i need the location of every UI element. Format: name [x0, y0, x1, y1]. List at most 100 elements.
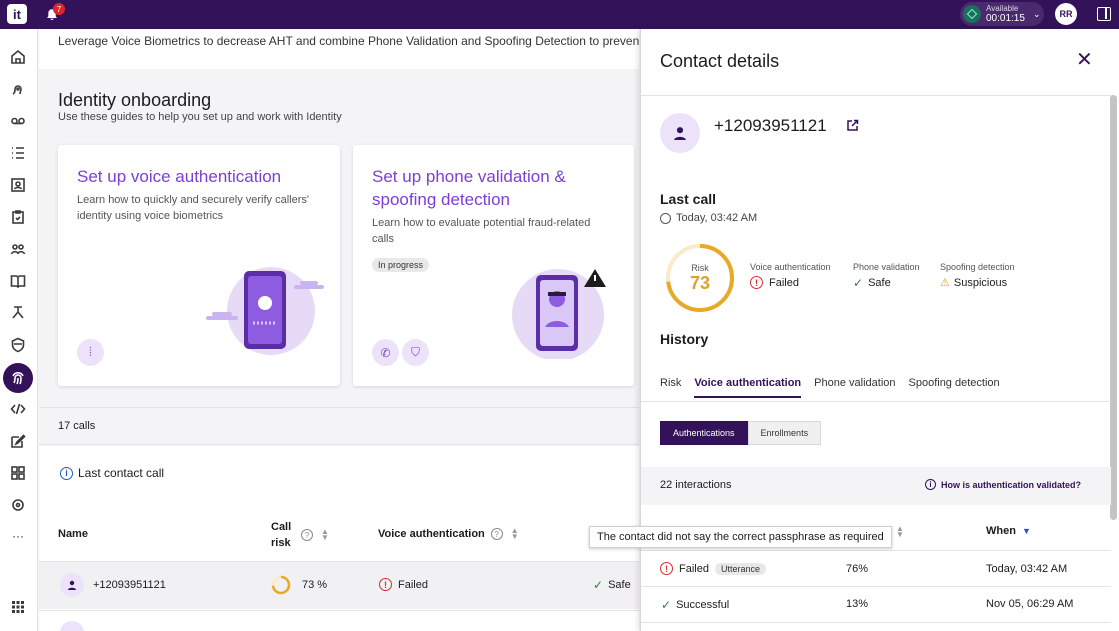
- voice-auth-guide-card[interactable]: Set up voice authentication Learn how to…: [58, 145, 340, 386]
- failed-icon: !: [660, 562, 673, 575]
- tab-risk[interactable]: Risk: [660, 377, 681, 398]
- app-launcher-icon[interactable]: [8, 597, 28, 617]
- close-icon[interactable]: ✕: [1076, 50, 1093, 70]
- calls-summary: 17 calls: [39, 407, 639, 445]
- phone-check-icon: ✆: [372, 339, 399, 366]
- tab-phone-validation[interactable]: Phone validation: [814, 377, 895, 398]
- more-icon[interactable]: ···: [8, 526, 28, 546]
- spoofing-check: Spoofing detection ⚠ Suspicious: [940, 262, 1015, 289]
- phone-validation-guide-card[interactable]: Set up phone validation & spoofing detec…: [353, 145, 634, 386]
- check-label: Phone validation: [853, 262, 920, 272]
- risk-label: Risk: [691, 263, 709, 273]
- sort-icon[interactable]: ▲ ▼: [321, 528, 329, 542]
- top-bar: it 7 Available 00:01:15 ⌄ RR: [0, 0, 1119, 29]
- authentications-button[interactable]: Authentications: [660, 421, 748, 445]
- left-nav: ···: [0, 29, 38, 631]
- table-row[interactable]: ! Failed Utterance 76% Today, 03:42 AM: [641, 550, 1111, 586]
- check-label: Spoofing detection: [940, 262, 1015, 272]
- auth-segment-control: Authentications Enrollments: [660, 421, 822, 445]
- voice-status: Failed: [398, 578, 428, 591]
- notification-badge: 7: [53, 3, 65, 15]
- grid-apps-icon[interactable]: [8, 463, 28, 483]
- how-validated-link[interactable]: i How is authentication validated?: [925, 479, 1081, 490]
- main-content: Leverage Voice Biometrics to decrease AH…: [39, 29, 639, 631]
- table-row[interactable]: ✓ Successful 13% Nov 05, 06:29 AM: [641, 586, 1111, 622]
- sort-icon[interactable]: ▲ ▼: [896, 525, 904, 539]
- list-icon[interactable]: [8, 143, 28, 163]
- tab-spoofing-detection[interactable]: Spoofing detection: [909, 377, 1000, 398]
- voice-auth-check: Voice authentication ! Failed: [750, 262, 831, 289]
- check-value: Safe: [868, 277, 891, 289]
- how-link-label: How is authentication validated?: [941, 479, 1082, 490]
- col-voice-label: Voice authentication: [378, 528, 485, 540]
- col-name-header[interactable]: Name: [58, 528, 88, 540]
- contact-phone: +12093951121: [714, 116, 827, 135]
- calls-list: i Last contact call Name Call risk? ▲ ▼ Voi…: [39, 446, 639, 631]
- contact-card-icon[interactable]: [8, 175, 28, 195]
- sort-desc-icon: ▼: [1021, 526, 1031, 536]
- risk-value: 73 %: [302, 579, 328, 591]
- auth-score: 76%: [846, 563, 869, 575]
- edit-icon[interactable]: [8, 431, 28, 451]
- user-avatar[interactable]: RR: [1055, 3, 1077, 25]
- clipboard-icon[interactable]: [8, 207, 28, 227]
- status-timer: 00:01:15: [986, 13, 1025, 24]
- risk-gauge: Risk 73: [663, 241, 737, 315]
- contact-phone[interactable]: +12093951121: [93, 579, 166, 591]
- enrollments-button[interactable]: Enrollments: [747, 421, 822, 445]
- info-icon: i: [60, 466, 73, 480]
- last-contact-filter[interactable]: i Last contact call: [60, 466, 164, 480]
- scrollbar[interactable]: [1110, 95, 1117, 520]
- settings-brain-icon[interactable]: [8, 495, 28, 515]
- banner-text: Leverage Voice Biometrics to decrease AH…: [58, 34, 639, 48]
- home-icon[interactable]: [8, 47, 28, 67]
- col-name-label: Name: [58, 528, 88, 540]
- onboarding-title: Identity onboarding: [58, 90, 212, 110]
- phone-voice-illustration: [206, 267, 324, 355]
- card-desc: Learn how to evaluate potential fraud-re…: [372, 217, 591, 245]
- table-row[interactable]: [39, 610, 639, 631]
- voice-bio-icon[interactable]: [8, 79, 28, 99]
- side-panel-icon[interactable]: [1097, 7, 1111, 21]
- identity-fingerprint-icon[interactable]: [3, 363, 33, 393]
- sort-icon[interactable]: ▲ ▼: [511, 527, 519, 541]
- onboarding-subtitle: Use these guides to help you set up and …: [58, 111, 342, 123]
- voicemail-icon[interactable]: [8, 111, 28, 131]
- in-progress-badge: In progress: [372, 258, 430, 272]
- col-voice-header[interactable]: Voice authentication? ▲ ▼: [378, 527, 519, 541]
- check-value: Suspicious: [953, 276, 1008, 289]
- failed-icon: !: [750, 276, 763, 289]
- col-when-header[interactable]: When ▼: [986, 525, 1031, 537]
- contact-avatar: [660, 113, 700, 153]
- help-icon[interactable]: ?: [490, 528, 503, 540]
- person-icon: [60, 573, 84, 597]
- auth-status: Failed: [679, 562, 709, 575]
- warning-icon: ⚠: [940, 277, 950, 289]
- calls-count: 17 calls: [58, 420, 96, 432]
- history-tabs: Risk Voice authentication Phone validati…: [660, 377, 1013, 398]
- interactions-count: 22 interactions: [660, 479, 732, 491]
- people-icon[interactable]: [8, 239, 28, 259]
- waveform-icon: ⦙: [77, 339, 104, 366]
- person-icon: [60, 621, 84, 631]
- shield-alert-icon: ⛉: [402, 339, 429, 366]
- col-risk-header[interactable]: Call risk? ▲ ▼: [271, 519, 341, 551]
- flow-icon[interactable]: [8, 303, 28, 323]
- shield-icon[interactable]: [8, 335, 28, 355]
- card-title: Set up voice authentication: [77, 167, 282, 186]
- info-icon: i: [925, 479, 936, 490]
- book-icon[interactable]: [8, 271, 28, 291]
- check-icon: ✓: [593, 578, 604, 592]
- check-icon: ✓: [661, 598, 672, 612]
- risk-value: 73: [689, 273, 711, 293]
- status-selector[interactable]: Available 00:01:15 ⌄: [960, 2, 1044, 26]
- last-contact-label: Last contact call: [78, 466, 165, 480]
- app-logo[interactable]: it: [7, 4, 27, 24]
- help-icon[interactable]: ?: [301, 529, 313, 541]
- chevron-down-icon: ⌄: [1032, 8, 1041, 19]
- open-external-icon[interactable]: [846, 119, 859, 132]
- table-row[interactable]: +12093951121 73 % ! Failed ✓ Safe: [39, 561, 639, 609]
- tab-voice-authentication[interactable]: Voice authentication: [694, 377, 802, 398]
- code-icon[interactable]: [8, 399, 28, 419]
- col-risk-label: Call risk: [271, 521, 292, 549]
